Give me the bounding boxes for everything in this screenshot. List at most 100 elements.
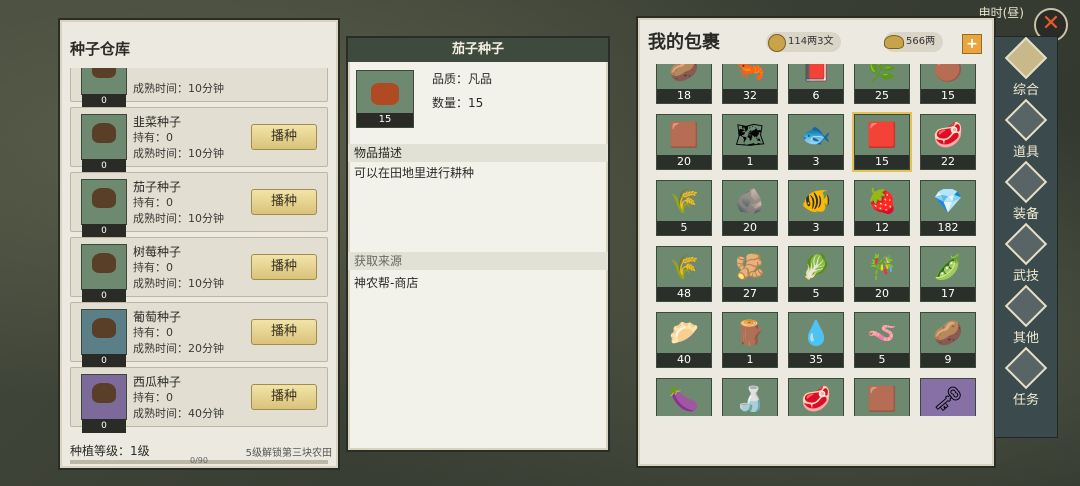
item-source: 神农帮-商店	[354, 276, 419, 290]
nav-tab-1[interactable]: 道具	[1001, 98, 1051, 163]
inventory-slot[interactable]: 🥔 9	[920, 312, 976, 368]
inventory-slot[interactable]: 📕 6	[788, 64, 844, 104]
slot-count: 27	[723, 287, 777, 301]
seed-icon: 0	[81, 68, 127, 108]
inventory-slot[interactable]: 🥟 40	[656, 312, 712, 368]
inventory-slot[interactable]: 🎋 20	[854, 246, 910, 302]
inventory-slot[interactable]: 🐟 3	[788, 114, 844, 170]
desc-header: 物品描述	[348, 144, 608, 162]
inventory-slot[interactable]: 🥔 18	[656, 64, 712, 104]
sow-button[interactable]: 播种	[251, 384, 317, 410]
wheat-icon: 🌾	[669, 253, 699, 281]
inventory-slot[interactable]: 🥩	[788, 378, 844, 416]
inventory-slot[interactable]: 🪱 5	[854, 312, 910, 368]
worm-icon: 🪱	[867, 319, 897, 347]
wine-jar-icon: 🍶	[735, 385, 765, 413]
fish-tail-icon: 🦐	[735, 64, 765, 83]
nav-tab-5[interactable]: 任务	[1001, 346, 1051, 411]
inventory-slot[interactable]: 🍶	[722, 378, 778, 416]
panel-title: 种子仓库	[70, 40, 131, 58]
slot-count: 20	[723, 221, 777, 235]
inventory-slot[interactable]: 💧 35	[788, 312, 844, 368]
seed-card[interactable]: 0 葡萄种子 持有：0 成熟时间：20分钟 播种	[70, 302, 328, 368]
nav-tab-2[interactable]: 装备	[1001, 160, 1051, 225]
sow-button[interactable]: 播种	[251, 189, 317, 215]
armor-icon	[1004, 160, 1048, 204]
slot-count: 5	[855, 353, 909, 367]
seed-count: 0	[82, 289, 126, 303]
sow-button[interactable]: 播种	[251, 319, 317, 345]
slot-count: 35	[789, 353, 843, 367]
nav-tab-4[interactable]: 其他	[1001, 284, 1051, 349]
jade-icon: 💎	[933, 187, 963, 215]
inventory-slot[interactable]: 🥬 5	[788, 246, 844, 302]
inventory-slot[interactable]: 🟫 20	[656, 114, 712, 170]
meat-icon: 🥩	[801, 385, 831, 413]
seed-count: 0	[82, 94, 126, 108]
herb-icon: 🌿	[867, 64, 897, 83]
slot-count: 3	[789, 155, 843, 169]
nav-tab-label: 任务	[1012, 393, 1039, 408]
firewood-icon: 🪵	[735, 319, 765, 347]
inventory-slot[interactable]: 🥩 22	[920, 114, 976, 170]
inventory-slot[interactable]: 🍓 12	[854, 180, 910, 236]
inventory-slot[interactable]: 🗺 1	[722, 114, 778, 170]
inventory-slot[interactable]: 🌾 5	[656, 180, 712, 236]
seed-name: 树莓种子	[133, 245, 182, 259]
slot-count: 182	[921, 221, 975, 235]
gourd-icon: 🫛	[933, 253, 963, 281]
inventory-slot[interactable]: 🍆	[656, 378, 712, 416]
seed-name: 葡萄种子	[133, 310, 182, 324]
seed-card[interactable]: 0 西瓜种子 持有：0 成熟时间：40分钟 播种	[70, 367, 328, 433]
seed-card[interactable]: 0 树莓种子持有：0 成熟时间：10分钟 播种	[70, 237, 328, 303]
nav-tab-0[interactable]: 综合	[1001, 36, 1051, 101]
inventory-slot[interactable]: 🌿 25	[854, 64, 910, 104]
seed-held: 持有：0	[133, 326, 173, 339]
seed-mature-time: 成熟时间：40分钟	[133, 407, 224, 420]
sow-button[interactable]: 播种	[251, 124, 317, 150]
slot-count: 40	[657, 353, 711, 367]
slot-count: 20	[657, 155, 711, 169]
greens-icon: 🥬	[801, 253, 831, 281]
slot-count: 3	[789, 221, 843, 235]
inventory-slot[interactable]: 🟫	[854, 378, 910, 416]
slot-count: 22	[921, 155, 975, 169]
seed-mature-time: 成熟时间：10分钟	[133, 277, 224, 290]
chive-icon: 🌾	[669, 187, 699, 215]
inventory-slot[interactable]: 🌾 48	[656, 246, 712, 302]
level-progress-text: 0/90	[190, 456, 208, 465]
inventory-slot[interactable]: 🗝	[920, 378, 976, 416]
seed-count: 0	[82, 354, 126, 368]
nav-tab-3[interactable]: 武技	[1001, 222, 1051, 287]
inventory-slot[interactable]: 🫛 17	[920, 246, 976, 302]
bamboo-icon: 🎋	[867, 253, 897, 281]
seed-list[interactable]: 0 成熟时间：10分钟 0 韭菜种子 持有：0 成熟时间：10分钟 播种 0 茄子种子 持有：0 成…	[68, 68, 330, 436]
inventory-slot[interactable]: 🟥 15	[852, 112, 912, 172]
inventory-slot[interactable]: 💎 182	[920, 180, 976, 236]
inventory-slot[interactable]: 🐠 3	[788, 180, 844, 236]
slot-count: 1	[723, 353, 777, 367]
seed-held: 持有：0	[133, 391, 173, 404]
ginger-icon: 🫚	[735, 253, 765, 281]
inventory-slot[interactable]: 🪨 20	[722, 180, 778, 236]
seed-count: 0	[82, 419, 126, 433]
slot-count: 15	[921, 89, 975, 103]
add-currency-button[interactable]: +	[962, 34, 982, 54]
seed-card[interactable]: 0 成熟时间：10分钟	[70, 68, 328, 108]
inventory-slot[interactable]: 🪵 1	[722, 312, 778, 368]
seed-card[interactable]: 0 韭菜种子 持有：0 成熟时间：10分钟 播种	[70, 107, 328, 173]
seed-icon: 0	[81, 309, 127, 368]
inventory-slot[interactable]: 🫚 27	[722, 246, 778, 302]
seed-card[interactable]: 0 茄子种子 持有：0 成熟时间：10分钟 播种	[70, 172, 328, 238]
seed-held: 持有：0	[133, 261, 173, 274]
seed-mature-time: 成熟时间：10分钟	[133, 212, 224, 225]
sow-button[interactable]: 播种	[251, 254, 317, 280]
nav-tab-label: 综合	[1012, 83, 1039, 98]
nav-tab-label: 装备	[1012, 207, 1039, 222]
inventory-slot[interactable]: 🟤 15	[920, 64, 976, 104]
slot-count: 18	[657, 89, 711, 103]
slot-count: 20	[855, 287, 909, 301]
inventory-grid[interactable]: 🥔 18 🦐 32 📕 6 🌿 25 🟤 15 🟫 20 🗺 1 🐟 3 🟥 15 🥩 22 🌾 5 🪨 20 🐠 3 🍓 12 💎 18…	[648, 64, 982, 416]
silver-amount: 566两	[906, 36, 936, 47]
inventory-slot[interactable]: 🦐 32	[722, 64, 778, 104]
